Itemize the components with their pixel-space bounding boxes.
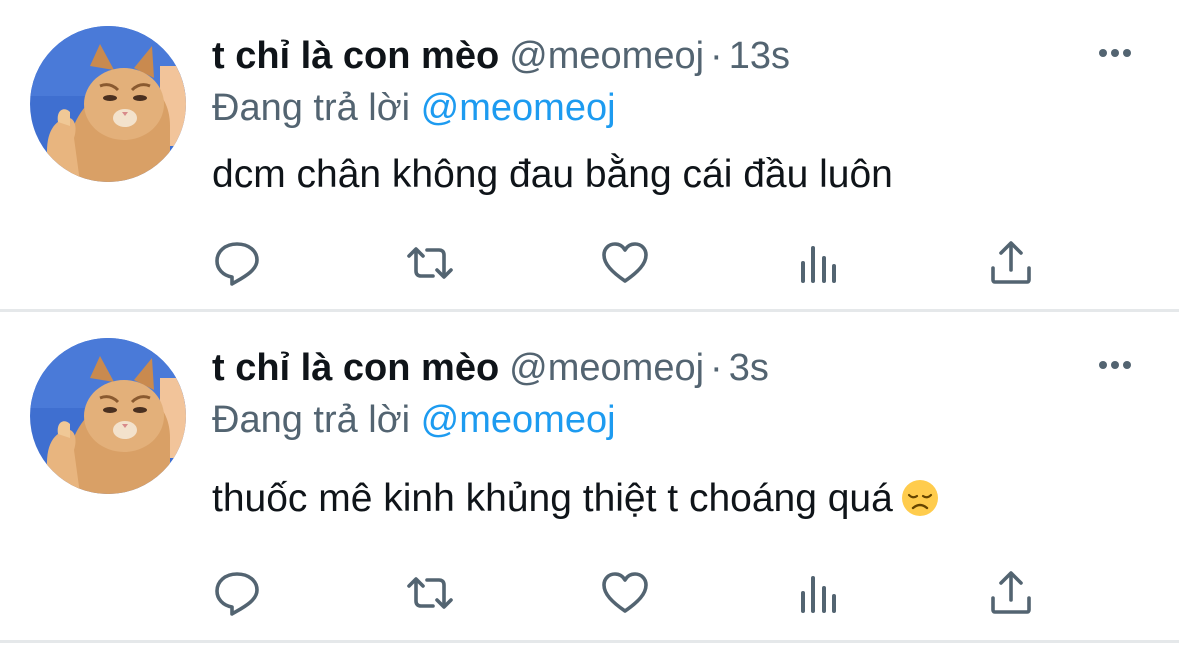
- bar-chart-icon[interactable]: [794, 568, 844, 618]
- disappointed-face-emoji: [901, 479, 939, 517]
- separator-dot: ·: [710, 347, 723, 389]
- mention-link[interactable]: @meomeoj: [421, 87, 616, 129]
- tweet-actions: [0, 238, 1179, 288]
- tweet-actions: [0, 568, 1179, 618]
- tweet-text-container: thuốc mê kinh khủng thiệt t choáng quá: [212, 476, 939, 522]
- separator-dot: ·: [710, 35, 723, 77]
- timestamp[interactable]: 3s: [729, 347, 769, 389]
- replying-to-label: Đang trả lời: [212, 87, 411, 129]
- retweet-icon[interactable]: [405, 238, 455, 288]
- heart-icon[interactable]: [600, 238, 650, 288]
- tweet-header: t chỉ là con mèo @meomeoj · 13s: [212, 34, 790, 78]
- tweet-header: t chỉ là con mèo @meomeoj · 3s: [212, 346, 769, 390]
- user-handle[interactable]: @meomeoj: [509, 35, 704, 77]
- heart-icon[interactable]: [600, 568, 650, 618]
- retweet-icon[interactable]: [405, 568, 455, 618]
- bar-chart-icon[interactable]: [794, 238, 844, 288]
- tweet-text: dcm chân không đau bằng cái đầu luôn: [212, 153, 893, 196]
- cat-avatar-image: [30, 26, 186, 182]
- avatar[interactable]: [30, 26, 186, 182]
- timestamp[interactable]: 13s: [729, 35, 790, 77]
- tweet-divider: [0, 640, 1179, 643]
- tweet-feed: t chỉ là con mèo @meomeoj · 13s Đang trả lờ…: [0, 0, 1179, 648]
- replying-to: Đang trả lời @meomeoj: [212, 398, 616, 442]
- user-handle[interactable]: @meomeoj: [509, 347, 704, 389]
- tweet-text: thuốc mê kinh khủng thiệt t choáng quá: [212, 477, 893, 520]
- display-name[interactable]: t chỉ là con mèo: [212, 347, 499, 389]
- tweet[interactable]: t chỉ là con mèo @meomeoj · 3s Đang trả lời…: [0, 312, 1179, 642]
- replying-to: Đang trả lời @meomeoj: [212, 86, 616, 130]
- display-name[interactable]: t chỉ là con mèo: [212, 35, 499, 77]
- reply-icon[interactable]: [212, 238, 262, 288]
- reply-icon[interactable]: [212, 568, 262, 618]
- mention-link[interactable]: @meomeoj: [421, 399, 616, 441]
- tweet[interactable]: t chỉ là con mèo @meomeoj · 13s Đang trả lờ…: [0, 0, 1179, 312]
- share-icon[interactable]: [986, 238, 1036, 288]
- share-icon[interactable]: [986, 568, 1036, 618]
- avatar[interactable]: [30, 338, 186, 494]
- more-horizontal-icon[interactable]: [1095, 40, 1135, 66]
- cat-avatar-image: [30, 338, 186, 494]
- more-horizontal-icon[interactable]: [1095, 352, 1135, 378]
- replying-to-label: Đang trả lời: [212, 399, 411, 441]
